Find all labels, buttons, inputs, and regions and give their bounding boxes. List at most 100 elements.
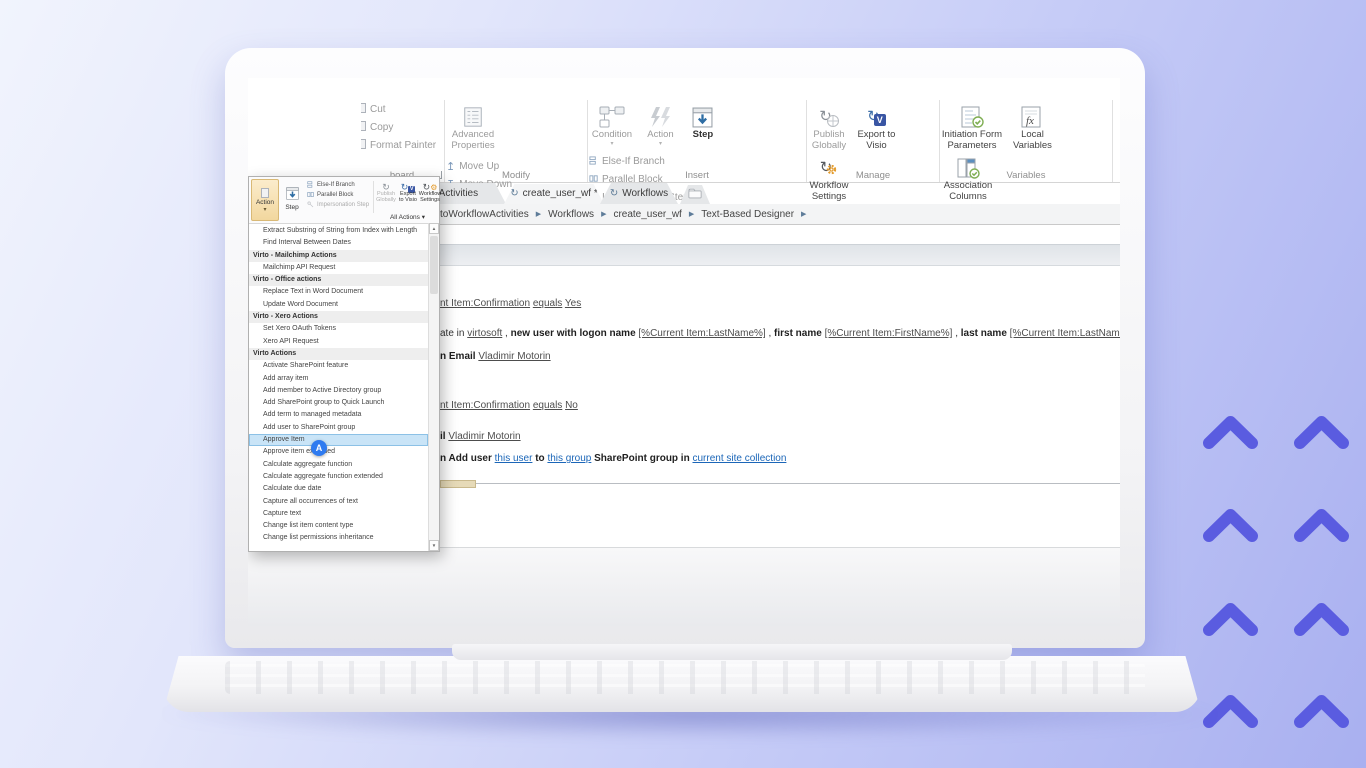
action-list-item[interactable]: Replace Text in Word Document: [249, 286, 428, 298]
manage-group-label: Manage: [807, 170, 939, 181]
action-list-item[interactable]: Xero API Request: [249, 336, 428, 348]
workflow-text-segment: Yes: [565, 298, 581, 309]
export-to-visio-button[interactable]: ↻V Export to Visio: [855, 100, 897, 151]
actions-list-scrollbar[interactable]: ▲ ▼: [428, 223, 439, 551]
workflow-text-segment[interactable]: this user: [495, 453, 533, 464]
cut-icon: [361, 103, 366, 116]
panel-publish-globally-icon: ↻: [382, 180, 390, 191]
workflow-text-segment: virtosoft: [467, 328, 502, 339]
action-list-item[interactable]: Set Xero OAuth Tokens: [249, 323, 428, 335]
workflow-designer-app: Cut Copy Format Painter board Advanced P…: [248, 78, 1120, 626]
action-list-item[interactable]: Change list item content type: [249, 520, 428, 532]
format-painter-button[interactable]: Format Painter: [360, 136, 444, 154]
panel-publish-globally-button[interactable]: ↻Publish Globally: [376, 180, 396, 203]
action-list-item[interactable]: Add array item: [249, 373, 428, 385]
workflow-text-segment[interactable]: current site collection: [692, 453, 786, 464]
tab-create-user-wf[interactable]: ↻ create_user_wf *: [504, 183, 604, 204]
scroll-up-icon[interactable]: ▲: [429, 223, 439, 234]
action-list-item[interactable]: Add member to Active Directory group: [249, 385, 428, 397]
actions-dropdown-panel: Action ▾ Step Else-If Branch Parallel Bl…: [248, 176, 440, 552]
panel-action-button[interactable]: Action ▾: [251, 179, 279, 221]
workflow-text-segment[interactable]: this group: [547, 453, 591, 464]
splitter-handle[interactable]: [440, 480, 476, 488]
screen: Cut Copy Format Painter board Advanced P…: [248, 78, 1120, 626]
svg-text:fx: fx: [1026, 115, 1034, 127]
breadcrumb-item[interactable]: toWorkflowActivities: [440, 209, 529, 220]
new-tab-button[interactable]: [680, 185, 710, 204]
panel-parallel-block-button[interactable]: Parallel Block: [307, 191, 369, 198]
panel-export-to-visio-button[interactable]: ↻VExport to Visio: [398, 180, 418, 203]
initiation-form-parameters-button[interactable]: Initiation Form Parameters: [940, 100, 1004, 151]
ribbon: Cut Copy Format Painter board Advanced P…: [360, 100, 1120, 183]
variables-group-label: Variables: [940, 170, 1112, 181]
scrollbar-thumb[interactable]: [430, 236, 438, 294]
breadcrumb-item[interactable]: Workflows: [548, 209, 594, 220]
panel-impersonation-step-button[interactable]: Impersonation Step: [307, 201, 369, 208]
tab-workflows[interactable]: ↻ Workflows: [600, 183, 678, 204]
workflow-text-segment: first name: [774, 328, 825, 339]
action-list-item[interactable]: Calculate due date: [249, 483, 428, 495]
chevron-up-icon: [1293, 692, 1350, 728]
action-list-item[interactable]: Change list permissions inheritance: [249, 532, 428, 544]
workflow-text-segment: equals: [533, 298, 562, 309]
action-list-item[interactable]: Virto - Mailchimp Actions: [249, 250, 428, 262]
workflow-line: il Vladimir Motorin: [440, 430, 521, 444]
panel-workflow-settings-button[interactable]: ↻⚙Workflow Settings: [420, 180, 440, 203]
breadcrumb-item[interactable]: Text-Based Designer: [701, 209, 794, 220]
action-list-item[interactable]: Approve item extended: [249, 446, 428, 458]
panel-step-button[interactable]: Step: [280, 180, 304, 218]
workflow-line: nt Item:Confirmation equals No: [440, 399, 578, 413]
ribbon-group-manage: ↻ Publish Globally ↻V Export to Visio ↻ …: [807, 100, 940, 182]
publish-globally-icon: ↻: [819, 104, 839, 130]
workflow-text-segment: new user with logon name: [511, 328, 639, 339]
copy-button[interactable]: Copy: [360, 118, 444, 136]
action-list-item[interactable]: Add SharePoint group to Quick Launch: [249, 397, 428, 409]
action-list-item[interactable]: Virto - Office actions: [249, 274, 428, 286]
action-list-item[interactable]: Add user to SharePoint group: [249, 422, 428, 434]
local-variables-button[interactable]: fx Local Variables: [1008, 100, 1056, 151]
workflow-text-segment: equals: [533, 400, 562, 411]
action-list-item[interactable]: Calculate aggregate function: [249, 459, 428, 471]
action-list-item[interactable]: Add term to managed metadata: [249, 409, 428, 421]
ribbon-group-clipboard: Cut Copy Format Painter board: [360, 100, 445, 182]
panel-workflow-settings-icon: ↻⚙: [423, 180, 438, 191]
action-list-item[interactable]: Update Word Document: [249, 299, 428, 311]
ribbon-group-variables: Initiation Form Parameters fx Local Vari…: [940, 100, 1113, 182]
action-list-item[interactable]: Virto - Xero Actions: [249, 311, 428, 323]
breadcrumb-arrow-icon: ▶: [689, 210, 694, 218]
action-list-item[interactable]: Capture text: [249, 508, 428, 520]
panel-action-icon: [261, 188, 269, 198]
step-button[interactable]: Step: [685, 100, 721, 141]
page-background: Cut Copy Format Painter board Advanced P…: [0, 0, 1366, 768]
cut-button[interactable]: Cut: [360, 100, 444, 118]
all-actions-dropdown[interactable]: All Actions ▾: [390, 213, 425, 221]
action-list-item[interactable]: Activate SharePoint feature: [249, 360, 428, 372]
breadcrumb-item[interactable]: create_user_wf: [613, 209, 681, 220]
publish-globally-button[interactable]: ↻ Publish Globally: [807, 100, 851, 151]
panel-step-icon: [286, 187, 299, 202]
else-if-branch-button[interactable]: Else-If Branch: [588, 153, 680, 171]
workflow-text-segment: [%Current Item:FirstName%]: [825, 328, 953, 339]
action-list-item[interactable]: Capture all occurrences of text: [249, 496, 428, 508]
workflow-text-segment: to: [535, 453, 547, 464]
action-list-item[interactable]: Virto Actions: [249, 348, 428, 360]
action-list-item[interactable]: Calculate aggregate function extended: [249, 471, 428, 483]
panel-else-if-branch-button[interactable]: Else-If Branch: [307, 181, 369, 188]
action-list-item[interactable]: Mailchimp API Request: [249, 262, 428, 274]
action-list-item[interactable]: Find Interval Between Dates: [249, 237, 428, 249]
condition-button[interactable]: Condition ▾: [588, 100, 636, 147]
scroll-down-icon[interactable]: ▼: [429, 540, 439, 551]
tab-refresh-icon: ↻: [610, 189, 618, 199]
tab-refresh-icon: ↻: [510, 189, 518, 199]
workflow-line: nt Item:Confirmation equals Yes: [440, 297, 581, 311]
action-list-item[interactable]: Extract Substring of String from Index w…: [249, 225, 428, 237]
chevron-up-icon: [1293, 506, 1350, 542]
panel-action-caret-icon: ▾: [263, 207, 266, 213]
new-folder-icon: [688, 186, 702, 204]
advanced-properties-button[interactable]: Advanced Properties: [445, 100, 501, 151]
panel-mini-ribbon: Action ▾ Step Else-If Branch Parallel Bl…: [249, 177, 439, 224]
workflow-text-segment: nt Item:Confirmation: [440, 298, 530, 309]
action-button[interactable]: Action ▾: [640, 100, 680, 147]
cursor-badge: A: [311, 440, 327, 456]
action-list-item[interactable]: Approve Item: [249, 434, 428, 446]
